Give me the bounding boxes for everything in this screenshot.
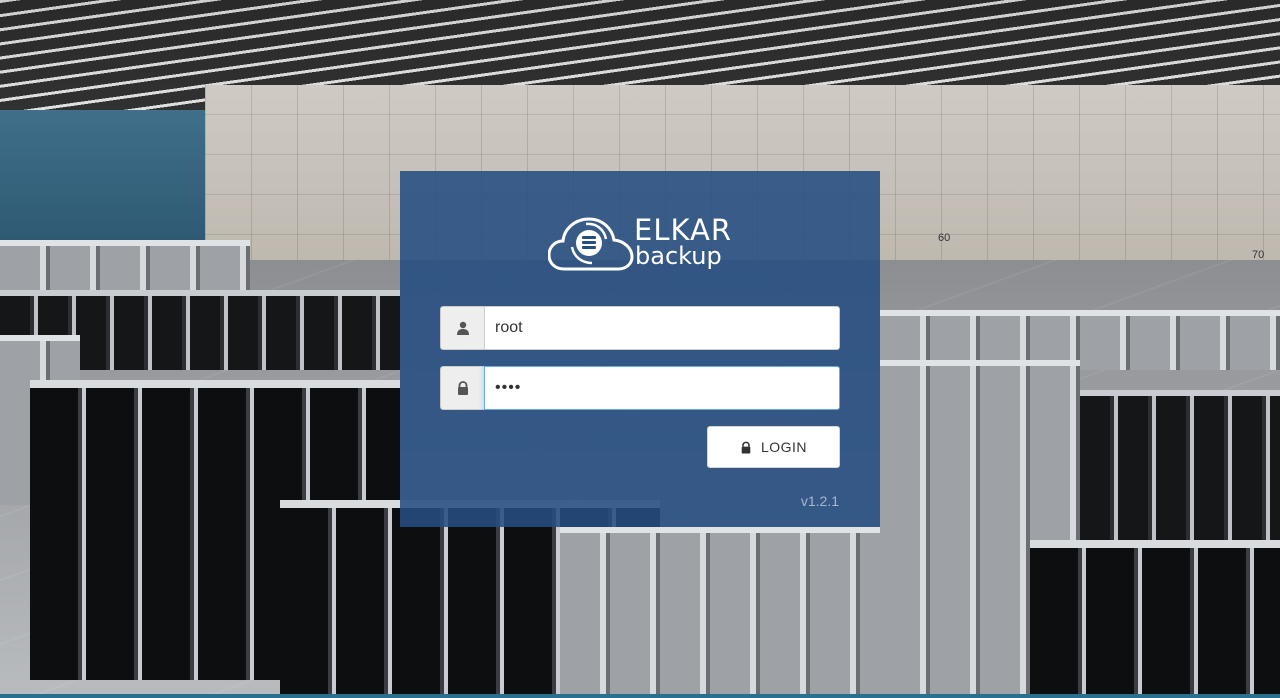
wall-number: 60 — [938, 232, 951, 244]
password-field-group — [440, 366, 840, 410]
elkarbackup-logo: ELKAR backup — [548, 211, 738, 275]
server-rack — [1080, 390, 1280, 540]
username-input[interactable] — [484, 306, 840, 350]
login-panel: ELKAR backup LOGIN v1.2.1 — [400, 171, 880, 527]
blue-wall — [0, 110, 230, 240]
server-rack — [560, 527, 900, 698]
login-button[interactable]: LOGIN — [707, 426, 840, 468]
user-icon — [440, 306, 484, 350]
password-input[interactable] — [484, 366, 840, 410]
lock-icon — [440, 366, 484, 410]
login-button-label: LOGIN — [760, 439, 808, 455]
server-rack — [1030, 540, 1280, 698]
username-field-group — [440, 306, 840, 350]
bottom-accent-bar — [0, 694, 1280, 698]
cloud-logo-icon — [548, 217, 634, 271]
logo-title: ELKAR — [634, 213, 732, 247]
lock-icon — [741, 441, 751, 453]
logo-subtitle: backup — [635, 242, 722, 270]
version-label: v1.2.1 — [800, 493, 839, 509]
